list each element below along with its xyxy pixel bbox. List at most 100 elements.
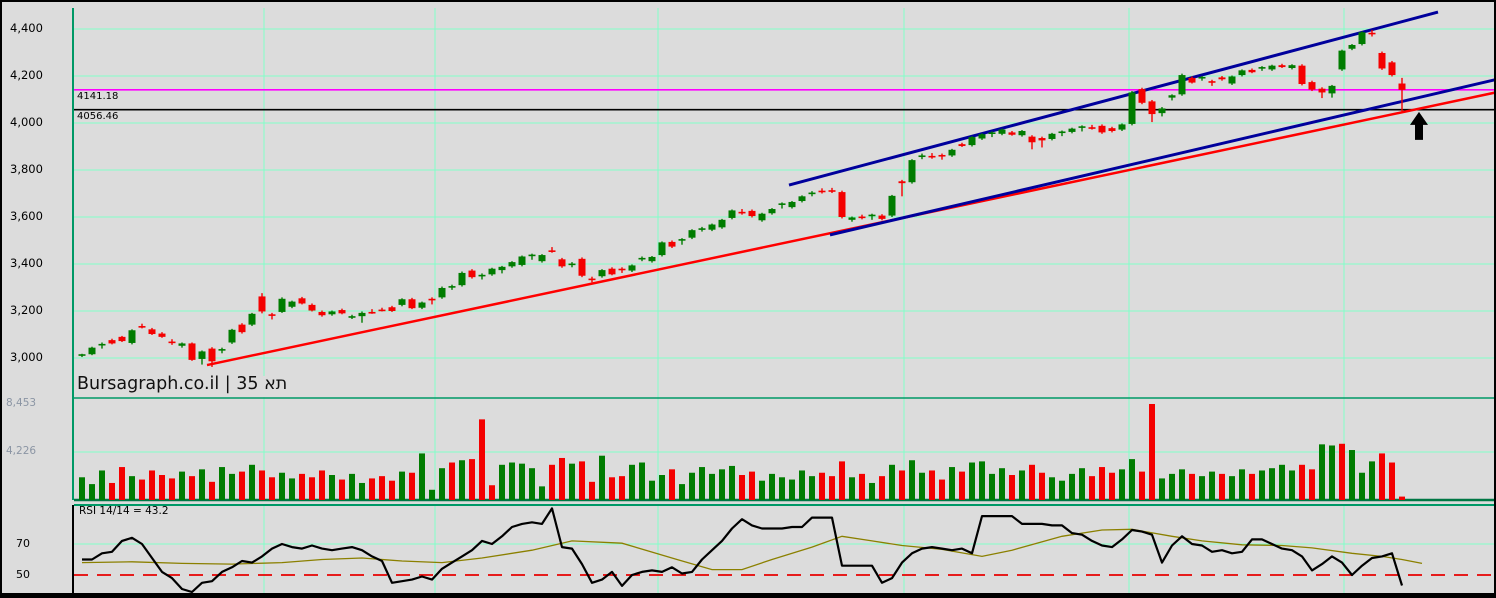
volume-bar — [479, 419, 485, 500]
volume-bar — [1009, 475, 1015, 500]
volume-bar — [1079, 468, 1085, 500]
reference-price-label-4056: 4056.46 — [77, 110, 119, 122]
candle-body — [1188, 77, 1196, 83]
volume-bar — [339, 479, 345, 500]
candle-body — [1008, 132, 1016, 135]
candle-body — [788, 201, 796, 208]
volume-bar — [499, 464, 505, 500]
candle-body — [318, 311, 326, 316]
volume-bar — [429, 489, 435, 500]
candle-body — [648, 256, 656, 262]
volume-bar — [349, 473, 355, 500]
volume-bar — [1019, 470, 1025, 500]
candle-body — [428, 298, 436, 301]
candle-body — [1038, 138, 1046, 141]
candle-body — [768, 209, 776, 214]
up-arrow-annotation — [1410, 111, 1428, 140]
volume-bar — [199, 469, 205, 500]
volume-bar — [219, 467, 225, 500]
volume-bar — [599, 455, 605, 500]
volume-bar — [189, 476, 195, 500]
candle-body — [478, 274, 486, 277]
volume-bar — [829, 476, 835, 500]
candle-body — [358, 312, 366, 317]
candle-body — [678, 239, 686, 241]
candle-body — [348, 316, 356, 318]
candle-body — [668, 241, 676, 247]
candle-body — [658, 242, 666, 256]
candle-body — [138, 326, 146, 328]
candle-body — [378, 309, 386, 312]
candle-body — [1078, 126, 1086, 128]
volume-bar — [169, 478, 175, 500]
candle-body — [1248, 69, 1256, 73]
candle-body — [1148, 101, 1156, 115]
candle-body — [938, 154, 946, 157]
candle-body — [848, 217, 856, 220]
candle-body — [1168, 95, 1176, 98]
volume-bar — [329, 475, 335, 500]
volume-axis-label: 4,226 — [6, 445, 37, 457]
volume-bar — [719, 469, 725, 500]
volume-bar — [279, 472, 285, 500]
candle-body — [728, 210, 736, 218]
candle-body — [1398, 83, 1406, 90]
candle-body — [1378, 52, 1386, 69]
candle-body — [828, 190, 836, 192]
rsi-level-label: 70 — [16, 537, 30, 550]
volume-bar — [839, 461, 845, 500]
price-axis-label: 3,200 — [10, 302, 43, 317]
candle-body — [418, 302, 426, 308]
candle-body — [1218, 77, 1226, 80]
candle-body — [988, 132, 996, 134]
candle-body — [698, 228, 706, 230]
volume-bar — [849, 477, 855, 500]
volume-bar — [799, 470, 805, 500]
candle-body — [1368, 32, 1376, 35]
candle-body — [198, 351, 206, 359]
volume-bar — [969, 462, 975, 500]
price-axis-label: 3,800 — [10, 161, 43, 176]
volume-bar — [489, 485, 495, 500]
candle-body — [998, 129, 1006, 134]
volume-bar — [569, 463, 575, 500]
candle-body — [208, 348, 216, 362]
volume-bar — [889, 464, 895, 500]
candle-body — [1388, 62, 1396, 76]
volume-bar — [579, 461, 585, 500]
volume-bar — [1159, 478, 1165, 500]
volume-bar — [749, 471, 755, 500]
candle-body — [1208, 81, 1216, 83]
volume-bar — [239, 471, 245, 500]
candle-body — [1018, 130, 1026, 136]
volume-bar — [769, 473, 775, 500]
volume-bar — [1129, 459, 1135, 500]
volume-bar — [89, 484, 95, 500]
candle-body — [1298, 65, 1306, 84]
candle-body — [188, 343, 196, 360]
candle-body — [1158, 108, 1166, 114]
candle-body — [1098, 125, 1106, 133]
volume-bar — [109, 482, 115, 500]
volume-bar — [1369, 461, 1375, 500]
candle-body — [248, 313, 256, 325]
volume-bar — [1069, 473, 1075, 500]
candle-body — [1028, 136, 1036, 143]
candle-body — [1338, 50, 1346, 70]
volume-bar — [1139, 471, 1145, 500]
price-axis-label: 4,000 — [10, 114, 43, 129]
volume-bar — [379, 476, 385, 500]
volume-bar — [1319, 444, 1325, 500]
volume-bar — [1119, 469, 1125, 500]
volume-bar — [269, 477, 275, 500]
candle-body — [618, 268, 626, 271]
volume-bar — [609, 477, 615, 500]
volume-bar — [229, 473, 235, 500]
candle-body — [968, 137, 976, 146]
candle-body — [1198, 76, 1206, 79]
candle-body — [128, 330, 136, 343]
chart-canvas[interactable] — [2, 2, 1496, 598]
reference-price-label-4141: 4141.18 — [77, 90, 119, 102]
volume-bar — [1299, 464, 1305, 500]
volume-bar — [679, 484, 685, 500]
